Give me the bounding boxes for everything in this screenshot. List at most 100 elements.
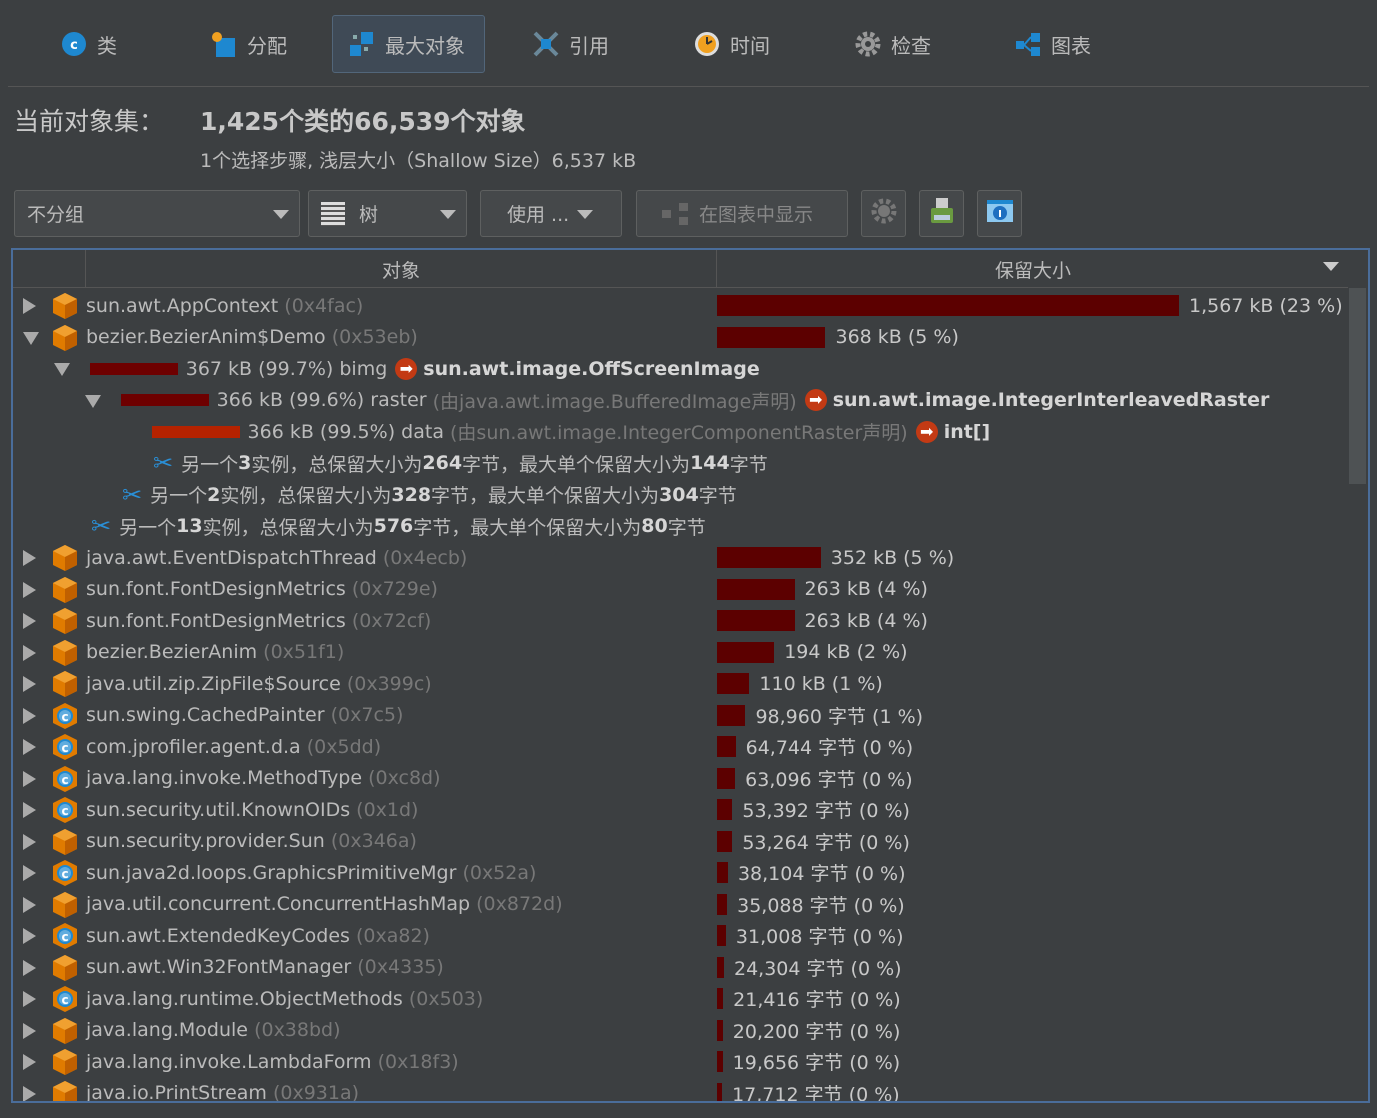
table-row[interactable]: c java.lang.runtime.ObjectMethods (0x503)…: [13, 983, 1349, 1015]
table-row[interactable]: sun.font.FontDesignMetrics (0x729e) 263 k…: [13, 574, 1349, 606]
vertical-scrollbar[interactable]: [1349, 288, 1366, 1101]
class-name: sun.security.util.KnownOIDs: [86, 798, 351, 821]
table-row[interactable]: c sun.security.util.KnownOIDs (0x1d) 53,39…: [13, 794, 1349, 826]
collapse-arrow-icon[interactable]: [85, 394, 101, 408]
print-button[interactable]: [919, 190, 964, 237]
object-icon: [52, 544, 78, 577]
class-name: sun.awt.ExtendedKeyCodes: [86, 924, 350, 947]
use-dropdown[interactable]: 使用 ...: [480, 190, 622, 237]
table-row[interactable]: 367 kB (99.7%) bimg ➡ sun.awt.image.OffScr…: [13, 353, 1349, 385]
table-row[interactable]: java.awt.EventDispatchThread (0x4ecb) 352…: [13, 542, 1349, 574]
table-row[interactable]: 366 kB (99.6%) raster (由java.awt.image.B…: [13, 385, 1349, 417]
instance-count: 2: [207, 483, 221, 506]
object-set-details: 1个选择步骤, 浅层大小（Shallow Size）6,537 kB: [200, 150, 637, 172]
object-label: java.lang.invoke.MethodType (0xc8d): [86, 767, 441, 789]
expand-arrow-icon[interactable]: [23, 865, 36, 881]
expand-arrow-icon[interactable]: [23, 802, 36, 818]
show-in-graph-button[interactable]: 在图表中显示: [636, 190, 848, 237]
table-row[interactable]: sun.security.provider.Sun (0x346a) 53,264…: [13, 826, 1349, 858]
class-name: bezier.BezierAnim: [86, 641, 258, 664]
class-name: sun.font.FontDesignMetrics: [86, 578, 346, 601]
collapse-arrow-icon[interactable]: [23, 331, 39, 345]
tab-graph[interactable]: 图表: [998, 15, 1108, 73]
table-row[interactable]: sun.awt.AppContext (0x4fac) 1,567 kB (23 …: [13, 290, 1349, 322]
collapse-arrow-icon[interactable]: [54, 363, 70, 376]
graph-icon: [661, 202, 691, 226]
table-row[interactable]: c sun.java2d.loops.GraphicsPrimitiveMgr (…: [13, 857, 1349, 889]
tab-biggest-objects[interactable]: 最大对象: [332, 15, 485, 73]
tab-time[interactable]: 时间: [677, 15, 787, 73]
column-header-object[interactable]: 对象: [85, 250, 716, 288]
svg-text:c: c: [61, 804, 68, 818]
object-label: sun.java2d.loops.GraphicsPrimitiveMgr (0…: [86, 862, 536, 884]
expand-arrow-icon[interactable]: [23, 644, 36, 661]
view-mode-dropdown[interactable]: 树: [308, 190, 467, 237]
table-row[interactable]: bezier.BezierAnim$Demo (0x53eb) 368 kB (5…: [13, 322, 1349, 354]
object-id: (0x5dd): [306, 735, 382, 758]
object-id: (0x51f1): [263, 641, 345, 664]
table-row[interactable]: c sun.swing.CachedPainter (0x7c5) 98,960 字…: [13, 700, 1349, 732]
expand-arrow-icon[interactable]: [23, 1022, 36, 1039]
info-button[interactable]: [977, 190, 1022, 237]
expand-arrow-icon[interactable]: [23, 928, 36, 944]
expand-arrow-icon[interactable]: [23, 959, 36, 976]
expand-arrow-icon[interactable]: [23, 896, 36, 913]
table-row[interactable]: 366 kB (99.5%) data (由sun.awt.image.Inte…: [13, 416, 1349, 448]
tab-classes[interactable]: c类: [44, 15, 134, 73]
more-instances-label: ✂ 另一个 3 实例，总保留大小为 264 字节，最大单个保留大小为 144 字节: [153, 449, 768, 477]
retained-size-bar: [717, 956, 724, 978]
arrow-right-icon: ➡: [804, 389, 827, 412]
table-row[interactable]: ✂ 另一个 13 实例，总保留大小为 576 字节，最大单个保留大小为 80 字节: [13, 511, 1349, 543]
table-row[interactable]: c sun.awt.ExtendedKeyCodes (0xa82) 31,008 …: [13, 920, 1349, 952]
table-row[interactable]: bezier.BezierAnim (0x51f1) 194 kB (2 %): [13, 637, 1349, 669]
expand-arrow-icon[interactable]: [23, 833, 36, 850]
table-row[interactable]: java.util.concurrent.ConcurrentHashMap (…: [13, 889, 1349, 921]
table-row[interactable]: c java.lang.invoke.MethodType (0xc8d) 63,0…: [13, 763, 1349, 795]
table-row[interactable]: ✂ 另一个 2 实例，总保留大小为 328 字节，最大单个保留大小为 304 字节: [13, 479, 1349, 511]
table-row[interactable]: ✂ 另一个 3 实例，总保留大小为 264 字节，最大单个保留大小为 144 字节: [13, 448, 1349, 480]
expand-arrow-icon[interactable]: [23, 581, 36, 598]
tab-inspections[interactable]: 检查: [838, 15, 948, 73]
class-name: java.lang.invoke.MethodType: [86, 767, 363, 790]
reference-label: 366 kB (99.6%) raster (由java.awt.image.B…: [121, 387, 1269, 414]
class-name: java.util.concurrent.ConcurrentHashMap: [86, 893, 471, 916]
table-row[interactable]: java.lang.Module (0x38bd) 20,200 字节 (0 %): [13, 1015, 1349, 1047]
table-row[interactable]: c com.jprofiler.agent.d.a (0x5dd) 64,744 字…: [13, 731, 1349, 763]
object-label: com.jprofiler.agent.d.a (0x5dd): [86, 736, 381, 758]
expand-arrow-icon[interactable]: [23, 739, 36, 755]
table-row[interactable]: sun.awt.Win32FontManager (0x4335) 24,304 …: [13, 952, 1349, 984]
declaring-class: (由sun.awt.image.IntegerComponentRaster声明…: [450, 422, 908, 445]
tab-allocations[interactable]: 分配: [194, 15, 304, 73]
text: 字节: [698, 485, 737, 508]
table-row[interactable]: java.lang.invoke.LambdaForm (0x18f3) 19,6…: [13, 1046, 1349, 1078]
arrow-right-icon: ➡: [915, 420, 938, 443]
retained-size-value: 194 kB (2 %): [784, 641, 908, 664]
expand-arrow-icon[interactable]: [23, 298, 36, 314]
expand-arrow-icon[interactable]: [23, 550, 36, 566]
column-header-retained-size[interactable]: 保留大小: [716, 250, 1349, 288]
expand-arrow-icon[interactable]: [23, 707, 36, 724]
grouping-dropdown[interactable]: 不分组: [14, 190, 300, 237]
total-size: 264: [422, 452, 463, 475]
retained-size-value: 35,088 字节 (0 %): [737, 894, 905, 917]
object-label: sun.security.util.KnownOIDs (0x1d): [86, 799, 418, 821]
object-label: java.lang.runtime.ObjectMethods (0x503): [86, 988, 483, 1010]
table-row[interactable]: java.io.PrintStream (0x931a) 17,712 字节 (0…: [13, 1078, 1349, 1101]
retained-size-bar: [717, 1051, 723, 1073]
class-object-icon: c: [52, 859, 78, 892]
scrollbar-thumb[interactable]: [1349, 288, 1366, 484]
expand-arrow-icon[interactable]: [23, 1054, 36, 1070]
settings-button[interactable]: [861, 190, 906, 237]
expand-arrow-icon[interactable]: [23, 770, 36, 787]
tab-references[interactable]: 引用: [516, 15, 626, 73]
table-row[interactable]: java.util.zip.ZipFile$Source (0x399c) 110…: [13, 668, 1349, 700]
table-row[interactable]: sun.font.FontDesignMetrics (0x72cf) 263 k…: [13, 605, 1349, 637]
table-header: 对象 保留大小: [13, 250, 1348, 288]
target-class: sun.awt.image.IntegerInterleavedRaster: [832, 389, 1270, 412]
expand-arrow-icon[interactable]: [23, 613, 36, 629]
text: 实例，总保留大小为: [251, 453, 423, 476]
expand-arrow-icon[interactable]: [23, 676, 36, 692]
expand-arrow-icon[interactable]: [23, 1085, 36, 1101]
expand-arrow-icon[interactable]: [23, 991, 36, 1007]
retained-size-bar: [717, 673, 750, 695]
